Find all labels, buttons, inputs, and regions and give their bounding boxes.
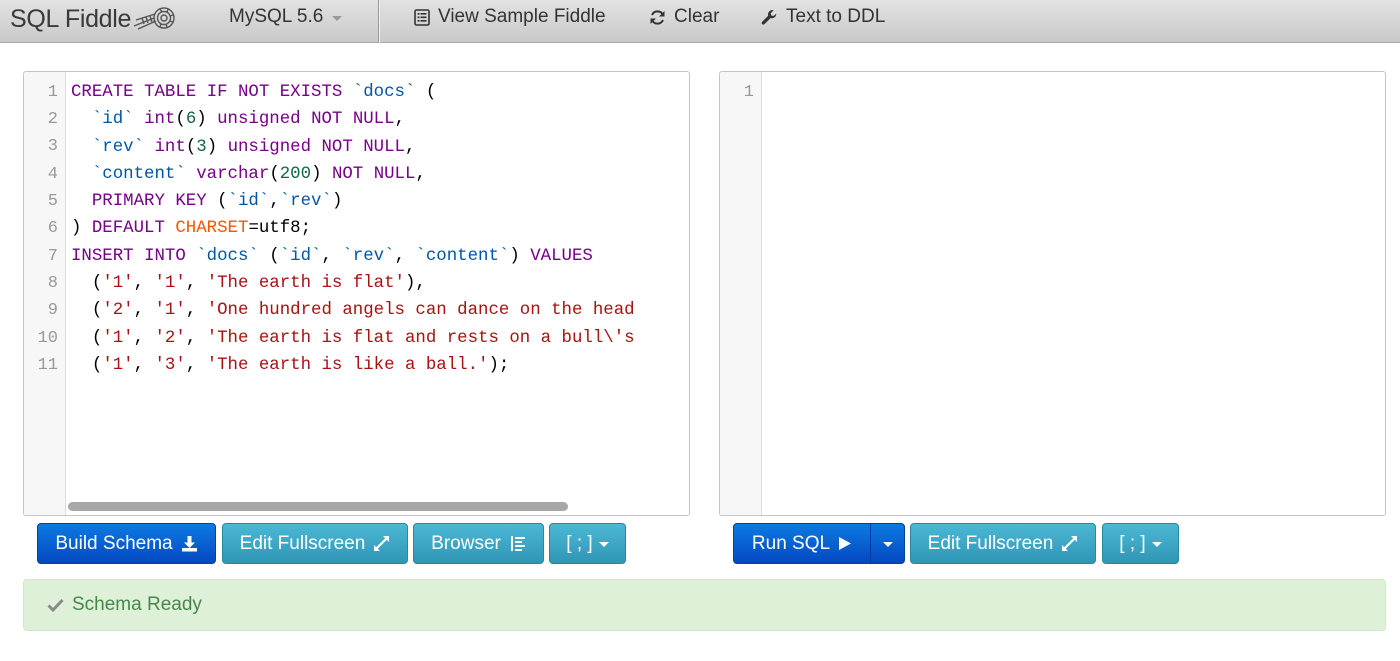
top-navbar: SQL Fiddle MySQL 5.6 View Sample Fiddle	[0, 0, 1400, 43]
navbar-divider	[378, 0, 379, 43]
query-edit-fullscreen-button[interactable]: Edit Fullscreen	[910, 523, 1096, 564]
edit-fullscreen-label: Edit Fullscreen	[927, 532, 1054, 554]
brand-name: SQL Fiddle	[10, 4, 132, 33]
schema-line-gutter: 1 2 3 4 5 6 7 8 9 10 11	[24, 72, 66, 515]
text-to-ddl-label: Text to DDL	[786, 6, 886, 27]
download-icon	[181, 536, 197, 552]
run-sql-button[interactable]: Run SQL	[734, 524, 870, 563]
play-icon	[839, 537, 852, 550]
database-select[interactable]: MySQL 5.6	[229, 5, 343, 29]
caret-down-icon	[598, 542, 609, 547]
code-line: ('1', '2', 'The earth is flat and rests …	[71, 328, 635, 348]
line-number: 8	[47, 274, 58, 293]
run-sql-split-button[interactable]: Run SQL	[733, 523, 905, 564]
caret-down-icon	[882, 542, 893, 547]
query-delimiter-dropdown[interactable]: [ ; ]	[1102, 523, 1179, 564]
line-number: 3	[47, 137, 58, 156]
line-number: 2	[47, 110, 58, 129]
build-schema-button[interactable]: Build Schema	[37, 523, 216, 564]
line-number: 5	[47, 192, 58, 211]
indent-icon	[510, 536, 525, 551]
browser-label: Browser	[431, 532, 501, 554]
clear-link[interactable]: Clear	[649, 5, 719, 29]
schema-editor[interactable]: 1 2 3 4 5 6 7 8 9 10 11 CREATE TABLE IF …	[23, 71, 690, 516]
line-number: 4	[47, 165, 58, 184]
chevron-down-icon	[332, 15, 343, 21]
wrench-icon	[761, 9, 777, 25]
caret-down-icon	[1151, 542, 1162, 547]
line-number: 1	[743, 83, 754, 102]
edit-fullscreen-label: Edit Fullscreen	[239, 532, 366, 554]
run-sql-options-toggle[interactable]	[871, 524, 904, 563]
build-schema-label: Build Schema	[55, 532, 173, 554]
list-alt-icon	[414, 8, 430, 26]
query-line-gutter: 1	[720, 72, 762, 515]
code-line: PRIMARY KEY (`id`,`rev`)	[91, 192, 343, 212]
line-number: 6	[47, 219, 58, 238]
delimiter-label: [ ; ]	[1119, 532, 1146, 554]
database-version-label: MySQL 5.6	[229, 6, 324, 27]
query-editor[interactable]: 1	[719, 71, 1386, 516]
brand-logo[interactable]: SQL Fiddle	[10, 3, 178, 35]
line-number: 9	[47, 301, 58, 320]
expand-icon	[374, 536, 390, 551]
code-line: ('2', '1', 'One hundred angels can dance…	[71, 301, 635, 321]
code-line: `content` varchar(200) NOT NULL,	[91, 164, 426, 184]
code-line: CREATE TABLE IF NOT EXISTS `docs` (	[71, 83, 437, 102]
text-to-ddl-link[interactable]: Text to DDL	[761, 5, 885, 29]
delimiter-label: [ ; ]	[566, 532, 593, 554]
schema-edit-fullscreen-button[interactable]: Edit Fullscreen	[222, 523, 408, 564]
schema-status-alert: Schema Ready	[23, 579, 1386, 631]
schema-delimiter-dropdown[interactable]: [ ; ]	[549, 523, 626, 564]
status-message: Schema Ready	[72, 594, 202, 615]
schema-code-area[interactable]: CREATE TABLE IF NOT EXISTS `docs` ( `id`…	[71, 79, 689, 379]
code-line: ('1', '3', 'The earth is like a ball.');	[71, 355, 510, 375]
code-line: `rev` int(3) unsigned NOT NULL,	[91, 137, 416, 157]
expand-icon	[1062, 536, 1078, 551]
browser-button[interactable]: Browser	[413, 523, 544, 564]
view-sample-fiddle-label: View Sample Fiddle	[438, 6, 606, 27]
clear-label: Clear	[674, 6, 720, 27]
line-number: 1	[47, 83, 58, 102]
code-line: ('1', '1', 'The earth is flat'),	[71, 274, 426, 294]
horizontal-scrollbar[interactable]	[68, 502, 568, 511]
fossil-shell-icon	[133, 7, 175, 30]
code-line: INSERT INTO `docs` (`id`, `rev`, `conten…	[71, 246, 593, 266]
code-line: `id` int(6) unsigned NOT NULL,	[91, 110, 405, 130]
code-line: ) DEFAULT CHARSET=utf8;	[71, 219, 312, 239]
line-number: 11	[37, 356, 58, 375]
line-number: 10	[37, 329, 58, 348]
refresh-icon	[650, 9, 665, 25]
view-sample-fiddle-link[interactable]: View Sample Fiddle	[414, 5, 606, 29]
line-number: 7	[47, 247, 58, 266]
checkmark-icon	[47, 598, 64, 612]
run-sql-label: Run SQL	[751, 532, 831, 554]
